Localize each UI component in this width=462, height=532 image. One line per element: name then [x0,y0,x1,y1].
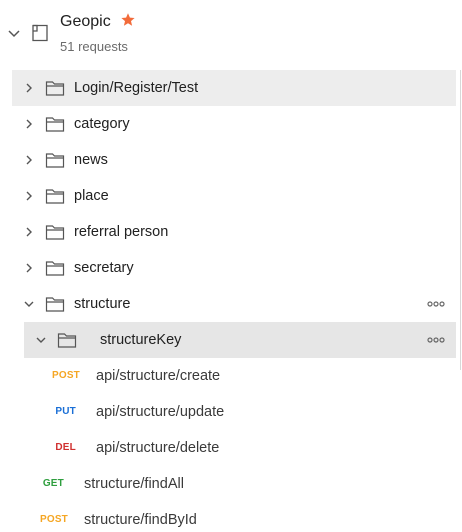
folder-row-secretary[interactable]: secretary [0,250,456,286]
request-row[interactable]: POST api/structure/create [0,358,456,394]
chevron-right-icon[interactable] [22,117,36,131]
folder-icon [45,225,65,240]
folder-label: Login/Register/Test [74,80,199,96]
collection-sidebar: Geopic 51 requests Login/Register/Test c… [0,0,462,532]
folder-label: secretary [74,260,134,276]
folder-label: news [74,152,108,168]
collection-request-count: 51 requests [60,39,128,54]
folder-label: category [74,116,130,132]
chevron-down-icon[interactable] [34,333,48,347]
folder-label: structureKey [100,332,182,348]
request-label: structure/findById [84,512,197,528]
request-label: api/structure/delete [96,440,220,456]
folder-icon [57,333,77,348]
folder-row-category[interactable]: category [0,106,456,142]
chevron-down-icon[interactable] [22,297,36,311]
request-row[interactable]: DEL api/structure/delete [0,430,456,466]
folder-label: place [74,188,109,204]
collection-header[interactable]: Geopic 51 requests [0,0,462,70]
collection-title[interactable]: Geopic [60,13,111,31]
folder-row-news[interactable]: news [0,142,456,178]
folder-row-login-register-test[interactable]: Login/Register/Test [12,70,456,106]
method-badge-post: POST [39,514,68,525]
scrollbar-track [460,70,461,370]
chevron-right-icon[interactable] [22,153,36,167]
more-options-icon[interactable] [426,333,446,347]
folder-icon [45,153,65,168]
chevron-right-icon[interactable] [22,261,36,275]
folder-icon [45,189,65,204]
method-badge-post: POST [51,370,80,381]
chevron-right-icon[interactable] [22,189,36,203]
star-icon[interactable] [120,12,136,28]
folder-label: referral person [74,224,169,240]
request-label: structure/findAll [84,476,184,492]
folder-row-place[interactable]: place [0,178,456,214]
request-row[interactable]: GET structure/findAll [0,466,456,502]
folder-row-structure[interactable]: structure [0,286,456,322]
folder-icon [45,81,65,96]
more-options-icon[interactable] [426,297,446,311]
request-row[interactable]: PUT api/structure/update [0,394,456,430]
folder-icon [45,297,65,312]
collection-icon [32,24,48,42]
method-badge-put: PUT [55,406,76,417]
folder-icon [45,261,65,276]
chevron-down-icon[interactable] [6,25,22,41]
request-label: api/structure/create [96,368,221,384]
folder-row-referral-person[interactable]: referral person [0,214,456,250]
chevron-right-icon[interactable] [22,81,36,95]
folder-row-structurekey[interactable]: structureKey [24,322,456,358]
folder-icon [45,117,65,132]
folder-label: structure [74,296,131,312]
request-label: api/structure/update [96,404,225,420]
method-badge-del: DEL [55,442,76,453]
method-badge-get: GET [42,478,64,489]
request-row[interactable]: POST structure/findById [0,502,456,532]
chevron-right-icon[interactable] [22,225,36,239]
